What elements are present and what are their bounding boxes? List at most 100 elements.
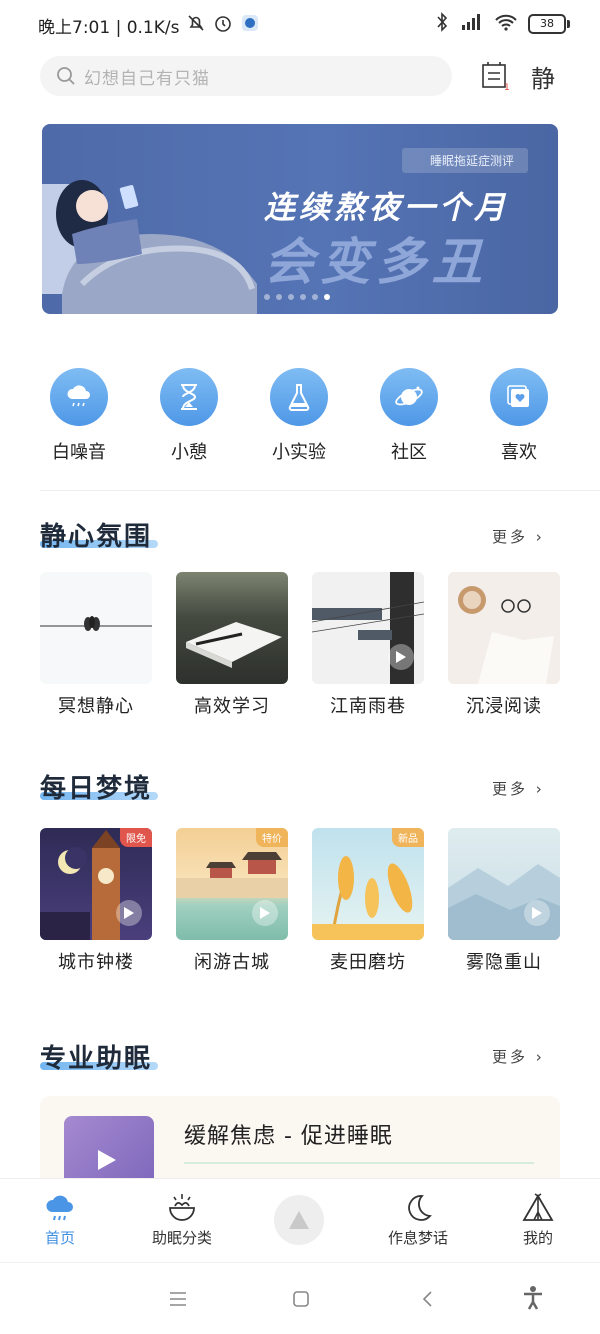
sleeping-girl-illustration <box>42 124 262 314</box>
badge-new: 新品 <box>392 828 424 847</box>
dream-card-wheat-mill[interactable]: 新品 麦田磨坊 <box>312 828 424 974</box>
quick-label: 小憩 <box>171 442 207 463</box>
status-bar: 晚上7:01 | 0.1K/s 38 <box>0 0 600 50</box>
search-icon <box>56 66 76 86</box>
badge-sale: 特价 <box>256 828 288 847</box>
home-square-icon[interactable] <box>292 1289 310 1313</box>
quick-white-noise[interactable]: 白噪音 <box>24 368 134 464</box>
mute-bell-icon <box>187 14 205 37</box>
carousel-dot[interactable] <box>288 294 294 300</box>
nav-categories[interactable]: 助眠分类 <box>132 1189 232 1248</box>
search-bar[interactable]: 幻想自己有只猫 <box>40 56 452 96</box>
dream-card-ancient-city[interactable]: 特价 闲游古城 <box>176 828 288 974</box>
quick-experiment[interactable]: 小实验 <box>244 368 354 464</box>
nav-label: 我的 <box>522 1229 553 1247</box>
planet-icon <box>380 368 438 426</box>
play-icon <box>98 1150 116 1174</box>
calm-card-meditation[interactable]: 冥想静心 <box>40 572 152 718</box>
app-notification-icon <box>241 14 259 37</box>
wifi-icon <box>494 12 518 36</box>
battery-indicator: 38 <box>528 14 570 34</box>
signal-icon <box>458 12 484 36</box>
nav-me[interactable]: 我的 <box>488 1189 588 1248</box>
card-label: 麦田磨坊 <box>330 952 406 973</box>
bottom-nav: 首页 助眠分类 作息梦话 我的 <box>0 1178 600 1263</box>
nav-label: 作息梦话 <box>387 1229 448 1247</box>
dream-card-clock-tower[interactable]: 限免 城市钟楼 <box>40 828 152 974</box>
thumb-book-coffee <box>448 572 560 684</box>
calm-card-rain-alley[interactable]: 江南雨巷 <box>312 572 424 718</box>
banner-tag: 睡眠拖延症测评 <box>401 148 528 173</box>
alarm-icon <box>213 13 233 38</box>
system-nav-bar <box>0 1262 600 1334</box>
quick-nap[interactable]: 小憩 <box>134 368 244 464</box>
promo-banner[interactable]: 睡眠拖延症测评 连续熬夜一个月 会变多丑 <box>42 124 558 314</box>
card-label: 高效学习 <box>194 696 270 717</box>
card-label: 冥想静心 <box>58 696 134 717</box>
more-pro-link[interactable]: 更多 › <box>492 1046 545 1067</box>
status-right: 38 <box>436 12 570 36</box>
rain-cloud-icon <box>50 368 108 426</box>
sunrise-bowl-icon <box>132 1189 232 1227</box>
thumb-rain-alley <box>312 572 424 684</box>
flask-icon <box>270 368 328 426</box>
thumb-misty-mountains <box>448 828 560 940</box>
accessibility-icon[interactable] <box>522 1285 544 1316</box>
triangle-icon <box>289 1211 309 1229</box>
more-dream-link[interactable]: 更多 › <box>492 778 545 799</box>
section-title-pro: 专业助眠 <box>40 1044 153 1074</box>
nav-sleep-talk[interactable]: 作息梦话 <box>368 1189 468 1248</box>
quick-favorites[interactable]: 喜欢 <box>464 368 574 464</box>
thumb-clock-tower: 限免 <box>40 828 152 940</box>
play-icon <box>524 900 550 926</box>
carousel-dot[interactable] <box>300 294 306 300</box>
banner-title: 连续熬夜一个月 <box>264 190 509 226</box>
nav-label: 首页 <box>44 1229 75 1247</box>
thumb-birds-on-wire <box>40 572 152 684</box>
card-label: 城市钟楼 <box>58 952 134 973</box>
carousel-dot[interactable] <box>276 294 282 300</box>
card-label: 雾隐重山 <box>466 952 542 973</box>
center-play-button[interactable] <box>274 1195 324 1245</box>
calm-mode-button[interactable]: 静 <box>526 58 560 94</box>
cloud-rain-icon <box>10 1189 110 1227</box>
calendar-check-icon[interactable]: 1 <box>478 58 512 94</box>
more-calm-link[interactable]: 更多 › <box>492 526 545 547</box>
hourglass-icon <box>160 368 218 426</box>
quick-label: 喜欢 <box>501 442 537 463</box>
pro-card-divider <box>184 1162 534 1164</box>
carousel-dots[interactable] <box>264 294 330 300</box>
status-left: 晚上7:01 | 0.1K/s <box>38 13 259 38</box>
bluetooth-icon <box>436 12 448 36</box>
thumb-wheat-field: 新品 <box>312 828 424 940</box>
quick-label: 小实验 <box>272 442 326 463</box>
calendar-badge: 1 <box>504 83 510 91</box>
section-title-dream: 每日梦境 <box>40 774 153 804</box>
calm-card-study[interactable]: 高效学习 <box>176 572 288 718</box>
quick-label: 社区 <box>391 442 427 463</box>
play-icon <box>252 900 278 926</box>
heart-card-icon <box>490 368 548 426</box>
carousel-dot[interactable] <box>264 294 270 300</box>
play-icon <box>388 644 414 670</box>
nav-home[interactable]: 首页 <box>10 1189 110 1248</box>
carousel-dot-active[interactable] <box>324 294 330 300</box>
pro-card-title: 缓解焦虑 - 促进睡眠 <box>184 1124 393 1149</box>
quick-community[interactable]: 社区 <box>354 368 464 464</box>
banner-subtitle: 会变多丑 <box>264 233 488 291</box>
card-label: 沉浸阅读 <box>466 696 542 717</box>
search-placeholder: 幻想自己有只猫 <box>84 68 210 89</box>
thumb-ancient-city: 特价 <box>176 828 288 940</box>
card-label: 闲游古城 <box>194 952 270 973</box>
carousel-dot[interactable] <box>312 294 318 300</box>
badge-free: 限免 <box>120 828 152 847</box>
menu-icon[interactable] <box>168 1289 188 1313</box>
back-icon[interactable] <box>420 1289 434 1313</box>
dream-card-misty-mountains[interactable]: 雾隐重山 <box>448 828 560 974</box>
divider <box>40 490 600 491</box>
moon-icon <box>368 1189 468 1227</box>
tent-icon <box>488 1189 588 1227</box>
card-label: 江南雨巷 <box>330 696 406 717</box>
play-icon <box>116 900 142 926</box>
calm-card-reading[interactable]: 沉浸阅读 <box>448 572 560 718</box>
